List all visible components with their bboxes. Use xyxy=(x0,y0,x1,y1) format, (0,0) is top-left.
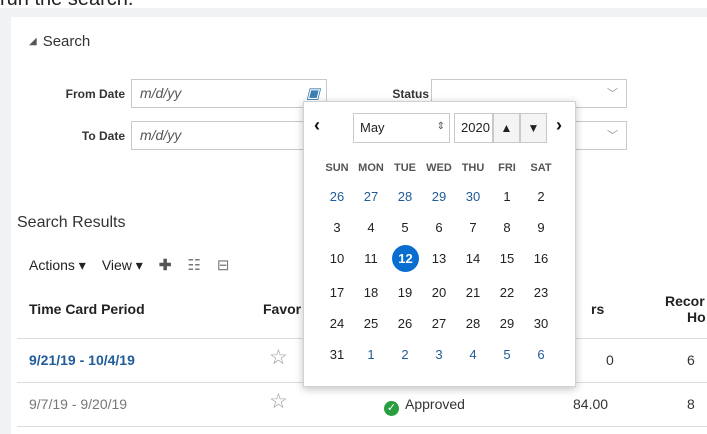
search-header: Search xyxy=(42,33,91,50)
year-down-button[interactable]: ▼ xyxy=(520,113,547,143)
chevron-down-icon: ﹀ xyxy=(607,88,618,100)
calendar-day[interactable]: 21 xyxy=(457,280,489,306)
calendar-day[interactable]: 26 xyxy=(321,184,353,210)
calendar-day[interactable]: 27 xyxy=(355,184,387,210)
calendar-day[interactable]: 22 xyxy=(491,280,523,306)
second-select[interactable]: ﹀ xyxy=(571,121,627,150)
calendar-day[interactable]: 30 xyxy=(525,311,557,337)
year-value: 2020 xyxy=(461,120,490,135)
collapse-triangle-icon: ◢ xyxy=(29,36,37,47)
month-select[interactable]: May ⇕ xyxy=(353,113,450,143)
calendar-day[interactable]: 4 xyxy=(457,342,489,368)
calendar-day[interactable]: 30 xyxy=(457,184,489,210)
row-2-status-text: Approved xyxy=(405,396,465,412)
view-menu[interactable]: View ▾ xyxy=(102,257,143,274)
calendar-day[interactable]: 26 xyxy=(389,311,421,337)
calendar-icon[interactable]: ▣ xyxy=(306,84,320,102)
calendar-day[interactable]: 3 xyxy=(423,342,455,368)
add-icon[interactable]: ✚ xyxy=(159,256,172,274)
weekday-sun: SUN xyxy=(325,162,349,174)
calendar-day[interactable]: 29 xyxy=(491,311,523,337)
next-month-button[interactable]: › xyxy=(556,115,562,136)
calendar-day[interactable]: 18 xyxy=(355,280,387,306)
calendar-day[interactable]: 24 xyxy=(321,311,353,337)
calendar-day[interactable]: 23 xyxy=(525,280,557,306)
search-section-toggle[interactable]: ◢ Search xyxy=(29,33,90,50)
year-field[interactable]: 2020 xyxy=(454,113,493,143)
from-date-label: From Date xyxy=(65,87,125,101)
calendar-day[interactable]: 5 xyxy=(389,215,421,241)
calendar-day[interactable]: 5 xyxy=(491,342,523,368)
row-1-recorded: 6 xyxy=(687,352,695,368)
calendar-day[interactable]: 10 xyxy=(321,246,353,272)
to-date-label: To Date xyxy=(81,129,125,143)
col-time-card-period: Time Card Period xyxy=(29,301,145,317)
from-date-field[interactable]: m/d/yy ▣ xyxy=(131,79,327,108)
month-value: May xyxy=(360,120,385,135)
to-date-field[interactable]: m/d/yy xyxy=(131,121,327,150)
weekday-tue: TUE xyxy=(394,162,416,174)
calendar-day[interactable]: 13 xyxy=(423,246,455,272)
calendar-day[interactable]: 4 xyxy=(355,215,387,241)
col-favorite: Favor xyxy=(263,301,302,317)
favorite-star-icon[interactable]: ☆ xyxy=(269,389,288,414)
approved-check-icon: ✓ xyxy=(384,401,399,416)
chevron-down-icon: ﹀ xyxy=(607,130,618,142)
search-results-title: Search Results xyxy=(17,214,126,231)
calendar-day[interactable]: 6 xyxy=(525,342,557,368)
weekday-mon: MON xyxy=(358,162,384,174)
calendar-day[interactable]: 27 xyxy=(423,311,455,337)
calendar-day[interactable]: 1 xyxy=(491,184,523,210)
calendar-day[interactable]: 25 xyxy=(355,311,387,337)
detach-icon[interactable]: ⊟ xyxy=(217,256,230,274)
freeze-icon[interactable]: ☷ xyxy=(187,256,200,274)
updown-icon: ⇕ xyxy=(436,121,445,132)
selected-day[interactable]: 12 xyxy=(392,245,419,272)
calendar-day[interactable]: 8 xyxy=(491,215,523,241)
row-2-recorded: 8 xyxy=(687,396,695,412)
col-recorded-hours: Ho xyxy=(687,309,706,325)
calendar-day[interactable]: 11 xyxy=(355,246,387,272)
calendar-day[interactable]: 6 xyxy=(423,215,455,241)
row-2-hours: 84.00 xyxy=(573,396,609,412)
calendar-day[interactable]: 20 xyxy=(423,280,455,306)
row-2-status: ✓ Approved xyxy=(384,396,465,416)
calendar-day[interactable]: 2 xyxy=(389,342,421,368)
row-1-period-link[interactable]: 9/21/19 - 10/4/19 xyxy=(29,352,135,368)
calendar-day[interactable]: 14 xyxy=(457,246,489,272)
weekday-fri: FRI xyxy=(498,162,516,174)
weekday-thu: THU xyxy=(461,162,485,174)
calendar-day[interactable]: 3 xyxy=(321,215,353,241)
calendar-day[interactable]: 9 xyxy=(525,215,557,241)
to-date-placeholder: m/d/yy xyxy=(140,127,182,143)
from-date-placeholder: m/d/yy xyxy=(140,85,182,101)
year-up-button[interactable]: ▲ xyxy=(493,113,520,143)
calendar-day[interactable]: 28 xyxy=(389,184,421,210)
calendar-day[interactable]: 2 xyxy=(525,184,557,210)
row-divider xyxy=(17,426,707,427)
col-hours: rs xyxy=(591,301,605,317)
col-recorded: Recor xyxy=(665,293,705,309)
calendar-day[interactable]: 1 xyxy=(355,342,387,368)
status-label: Status xyxy=(392,87,429,101)
weekday-sat: SAT xyxy=(530,162,552,174)
weekday-wed: WED xyxy=(426,162,452,174)
prev-month-button[interactable]: ‹ xyxy=(314,115,320,136)
favorite-star-icon[interactable]: ☆ xyxy=(269,345,288,370)
calendar-day[interactable]: 19 xyxy=(389,280,421,306)
actions-menu[interactable]: Actions ▾ xyxy=(29,257,86,274)
calendar-day[interactable]: 17 xyxy=(321,280,353,306)
row-1-hours: 0 xyxy=(606,352,614,368)
results-toolbar: Actions ▾ View ▾ ✚ ☷ ⊟ xyxy=(29,256,245,275)
calendar-day[interactable]: 31 xyxy=(321,342,353,368)
calendar-day[interactable]: 15 xyxy=(491,246,523,272)
calendar-day[interactable]: 16 xyxy=(525,246,557,272)
page-background: ◢ Search From Date m/d/yy ▣ To Date m/d/… xyxy=(0,8,707,434)
row-2-period-link[interactable]: 9/7/19 - 9/20/19 xyxy=(29,396,127,412)
calendar-day[interactable]: 29 xyxy=(423,184,455,210)
date-picker-popup: ‹ May ⇕ 2020 ▲ ▼ › SUN MON TUE WED THU FRI SAT… xyxy=(303,101,576,387)
calendar-day[interactable]: 28 xyxy=(457,311,489,337)
calendar-day[interactable]: 7 xyxy=(457,215,489,241)
